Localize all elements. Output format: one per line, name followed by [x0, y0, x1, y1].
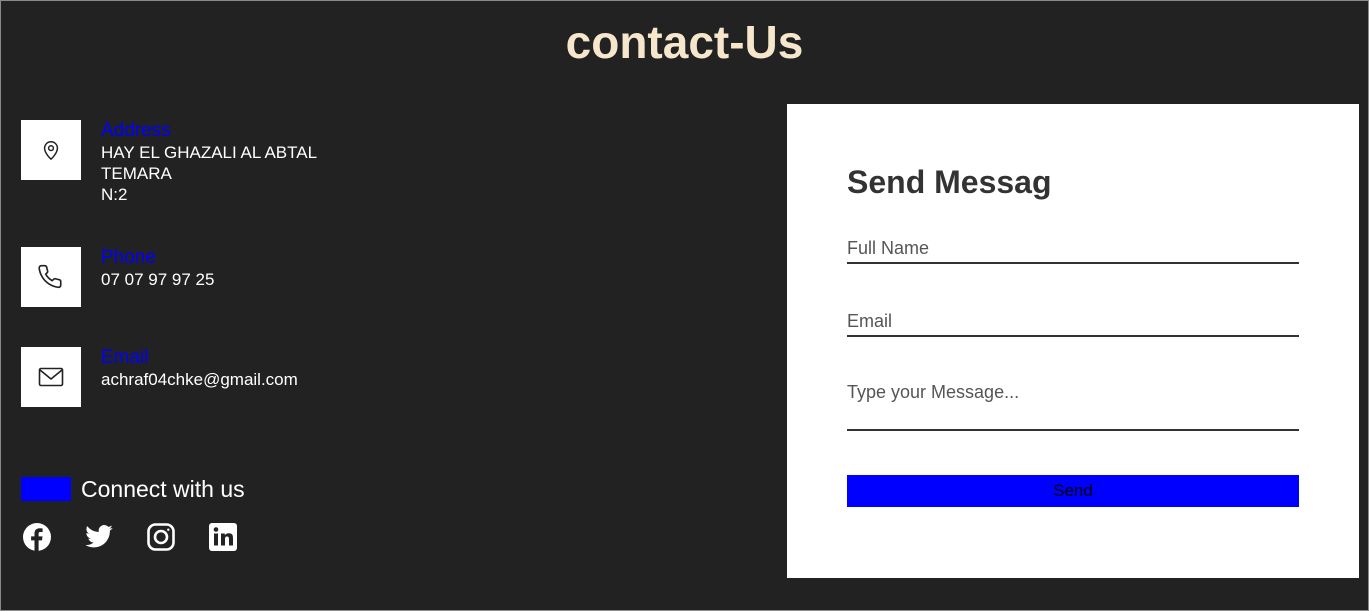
connect-accent-bar: [21, 477, 71, 501]
address-icon-box: [21, 120, 81, 180]
twitter-link[interactable]: [84, 522, 114, 552]
facebook-icon: [23, 523, 51, 551]
email-input[interactable]: [847, 307, 1299, 337]
map-pin-icon: [43, 141, 59, 160]
send-button[interactable]: Send: [847, 475, 1299, 507]
page-title: contact-Us: [565, 16, 804, 68]
instagram-icon: [147, 523, 175, 551]
phone-text: Phone 07 07 97 97 25: [101, 247, 501, 290]
email-label: Email: [101, 347, 149, 368]
facebook-link[interactable]: [22, 522, 52, 552]
instagram-link[interactable]: [146, 522, 176, 552]
message-form: Send Messag Send: [787, 104, 1359, 578]
twitter-icon: [85, 525, 113, 548]
linkedin-link[interactable]: [208, 522, 238, 552]
address-text: Address HAY EL GHAZALI AL ABTAL TEMARA N…: [101, 120, 501, 205]
connect-label: Connect with us: [81, 476, 245, 502]
message-textarea[interactable]: [847, 372, 1299, 431]
full-name-input[interactable]: [847, 234, 1299, 264]
form-title: Send Messag: [847, 164, 1052, 200]
address-line: N:2: [101, 185, 128, 204]
phone-label: Phone: [101, 247, 156, 268]
email-icon-box: [21, 347, 81, 407]
address-line: HAY EL GHAZALI AL ABTAL: [101, 143, 318, 162]
email-value: achraf04chke@gmail.com: [101, 370, 298, 389]
phone-icon-box: [21, 247, 81, 307]
mail-icon: [38, 367, 64, 387]
address-line: TEMARA: [101, 164, 172, 183]
contact-page: contact-Us Address HAY EL GHAZALI AL ABT…: [0, 0, 1369, 611]
linkedin-icon: [209, 523, 237, 551]
email-text: Email achraf04chke@gmail.com: [101, 347, 501, 390]
address-label: Address: [101, 120, 171, 141]
phone-value: 07 07 97 97 25: [101, 270, 215, 289]
phone-icon: [38, 264, 62, 289]
